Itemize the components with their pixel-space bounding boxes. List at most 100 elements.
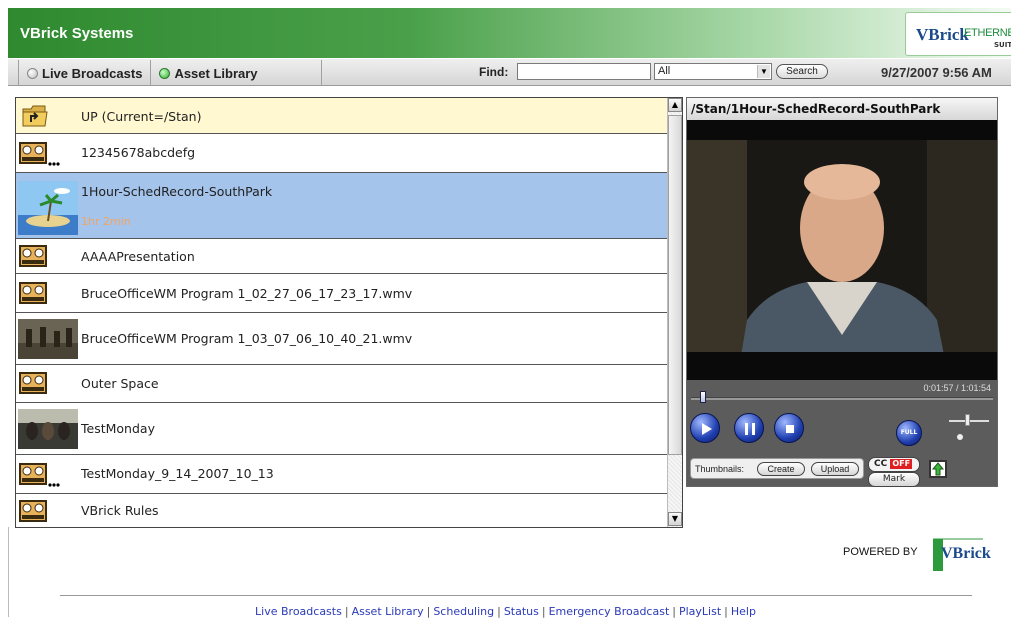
footer-link-emergency-broadcast[interactable]: Emergency Broadcast — [549, 605, 670, 618]
player-title: /Stan/1Hour-SchedRecord-SouthPark — [687, 98, 997, 120]
radio-on-icon — [159, 67, 171, 79]
footer-divider — [60, 595, 972, 596]
powered-by-label: POWERED BY — [843, 546, 918, 558]
duration-label: 1hr 2min — [81, 215, 131, 228]
stop-icon — [786, 425, 794, 433]
thumbnails-panel: Thumbnails: Create Upload — [690, 458, 864, 479]
chevron-down-icon: ▼ — [757, 65, 770, 78]
video-thumbnail — [18, 409, 78, 449]
folder-up-icon — [22, 105, 48, 127]
play-icon — [702, 423, 712, 435]
list-item[interactable]: BruceOfficeWM Program 1_03_07_06_10_40_2… — [16, 313, 667, 365]
tab-live-broadcasts[interactable]: Live Broadcasts — [19, 60, 150, 86]
tab-label: Live Broadcasts — [42, 65, 143, 81]
logo-product: ETHERNETV — [964, 27, 1011, 39]
app-header: VBrick Systems VBrick ETHERNETV SUITE — [8, 8, 1011, 58]
progress-knob[interactable] — [700, 391, 707, 403]
list-item-label: 1Hour-SchedRecord-SouthPark — [81, 184, 273, 199]
scroll-down-icon[interactable]: ▼ — [668, 512, 682, 526]
current-datetime: 9/27/2007 9:56 AM — [881, 65, 992, 80]
find-label: Find: — [479, 65, 509, 79]
powered-brand: VBrick — [941, 545, 991, 562]
list-item[interactable]: VBrick Rules — [16, 494, 667, 527]
separator: | — [426, 605, 431, 618]
list-item-selected[interactable]: 1Hour-SchedRecord-SouthPark 1hr 2min — [16, 173, 667, 239]
list-item-label: BruceOfficeWM Program 1_02_27_06_17_23_1… — [81, 286, 413, 301]
pause-button[interactable] — [734, 413, 764, 443]
volume-knob[interactable] — [965, 414, 970, 426]
list-item-label: VBrick Rules — [81, 503, 159, 518]
separator: | — [541, 605, 546, 618]
separator: | — [724, 605, 728, 618]
filter-select[interactable]: All ▼ — [654, 63, 772, 80]
logo-brand: VBrick — [916, 25, 969, 44]
tab-asset-library[interactable]: Asset Library — [150, 60, 265, 86]
speaker-icon — [957, 434, 963, 440]
footer-links: Live Broadcasts | Asset Library | Scheduling… — [0, 605, 1011, 618]
list-item-label: 12345678abcdefg — [81, 145, 196, 160]
film-reel-dots-icon — [19, 463, 60, 487]
vbrick-ethernetv-logo: VBrick ETHERNETV SUITE — [905, 12, 1011, 56]
film-reel-dots-icon — [19, 142, 60, 166]
footer-link-status[interactable]: Status — [504, 605, 539, 618]
list-item[interactable]: TestMonday_9_14_2007_10_13 — [16, 455, 667, 494]
footer-link-asset-library[interactable]: Asset Library — [352, 605, 424, 618]
footer-link-scheduling[interactable]: Scheduling — [433, 605, 494, 618]
filter-selected-value: All — [658, 65, 671, 77]
footer-link-live-broadcasts[interactable]: Live Broadcasts — [255, 605, 342, 618]
footer-link-help[interactable]: Help — [731, 605, 756, 618]
list-item[interactable]: 12345678abcdefg — [16, 134, 667, 173]
closed-caption-toggle[interactable]: CC OFF — [868, 457, 920, 472]
play-button[interactable] — [690, 413, 720, 443]
separator: | — [497, 605, 501, 618]
list-scrollbar[interactable]: ▲ ▼ — [667, 98, 682, 527]
video-frame[interactable] — [687, 120, 997, 380]
fullscreen-button[interactable]: FULL — [896, 420, 922, 446]
create-thumbnail-button[interactable]: Create — [757, 462, 805, 476]
list-item[interactable]: AAAAPresentation — [16, 239, 667, 274]
list-item[interactable]: Outer Space — [16, 365, 667, 403]
thumbnails-label: Thumbnails: — [695, 464, 745, 474]
asset-list: UP (Current=/Stan) 12345678abcdefg 1Hour… — [15, 97, 683, 528]
caption-controls: CC OFF Mark — [868, 457, 920, 487]
scroll-thumb[interactable] — [668, 115, 682, 455]
progress-bar[interactable] — [691, 397, 993, 400]
app-title: VBrick Systems — [20, 25, 134, 42]
find-input[interactable] — [517, 63, 651, 80]
scroll-up-icon[interactable]: ▲ — [668, 98, 682, 112]
pause-icon — [745, 423, 755, 435]
list-item-label: TestMonday_9_14_2007_10_13 — [81, 466, 274, 481]
list-item-label: UP (Current=/Stan) — [81, 109, 202, 124]
film-reel-icon — [19, 500, 47, 522]
vbrick-logo: VBrick — [929, 535, 991, 575]
radio-off-icon — [27, 67, 38, 79]
list-item[interactable]: BruceOfficeWM Program 1_02_27_06_17_23_1… — [16, 274, 667, 313]
cc-state: OFF — [890, 459, 913, 469]
mark-button[interactable]: Mark — [868, 472, 920, 487]
separator: | — [344, 605, 349, 618]
upload-thumbnail-button[interactable]: Upload — [811, 462, 859, 476]
logo-suite: SUITE — [994, 41, 1011, 49]
separator: | — [672, 605, 676, 618]
list-item-label: AAAAPresentation — [81, 249, 195, 264]
green-arrow-icon — [931, 462, 945, 476]
time-readout: 0:01:57 / 1:01:54 — [923, 383, 991, 393]
cc-label: CC — [874, 459, 888, 469]
list-item[interactable]: TestMonday — [16, 403, 667, 455]
list-item-up[interactable]: UP (Current=/Stan) — [16, 98, 667, 134]
nav-tabs: Live Broadcasts Asset Library — [18, 60, 322, 86]
stop-button[interactable] — [774, 413, 804, 443]
video-thumbnail — [18, 319, 78, 359]
list-item-label: BruceOfficeWM Program 1_03_07_06_10_40_2… — [81, 331, 413, 346]
nav-bar: Live Broadcasts Asset Library Find: All … — [8, 58, 1011, 86]
left-divider — [8, 527, 9, 617]
beach-thumbnail — [18, 181, 78, 235]
footer-link-playlist[interactable]: PlayList — [679, 605, 721, 618]
export-button[interactable] — [929, 460, 947, 478]
list-item-label: TestMonday — [81, 421, 155, 436]
film-reel-icon — [19, 372, 47, 394]
film-reel-icon — [19, 245, 47, 267]
film-reel-icon — [19, 282, 47, 304]
search-button[interactable]: Search — [776, 64, 828, 79]
tab-label: Asset Library — [174, 65, 258, 81]
